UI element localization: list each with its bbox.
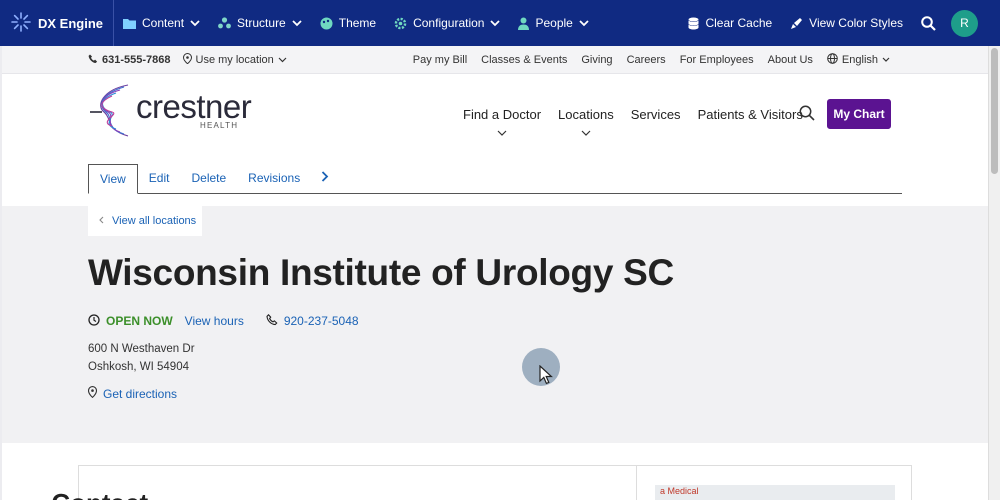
language-selector[interactable]: English [827, 53, 890, 67]
view-hours-link[interactable]: View hours [185, 314, 244, 328]
admin-nav-content[interactable]: Content [114, 0, 209, 46]
admin-nav: Content Structure Theme Configuration Pe… [114, 0, 598, 46]
gear-icon [394, 17, 407, 30]
phone-icon [266, 313, 278, 329]
tab-view[interactable]: View [88, 164, 138, 194]
address-line-1: 600 N Westhaven Dr [88, 343, 195, 355]
address-line-2: Oshkosh, WI 54904 [88, 361, 189, 373]
contact-heading-text: Contact [51, 488, 148, 500]
chevron-down-icon [579, 19, 589, 27]
chevron-down-icon [497, 125, 507, 140]
view-all-locations-link[interactable]: View all locations [88, 206, 203, 236]
utility-phone[interactable]: 631-555-7868 [88, 54, 171, 67]
nav-locations[interactable]: Locations [558, 106, 614, 136]
database-icon [688, 17, 699, 30]
nav-services[interactable]: Services [631, 107, 681, 122]
location-address: 600 N Westhaven Dr Oshkosh, WI 54904 [88, 340, 195, 376]
user-avatar[interactable]: R [951, 9, 978, 37]
chevron-down-icon [278, 54, 287, 66]
site-search-icon[interactable] [799, 105, 815, 126]
chevron-down-icon [292, 19, 302, 27]
brand-name: DX Engine [38, 15, 104, 31]
utility-link-pay-bill[interactable]: Pay my Bill [413, 54, 467, 66]
view-color-styles-label: View Color Styles [809, 16, 903, 30]
language-label: English [841, 54, 878, 66]
admin-nav-theme[interactable]: Theme [311, 0, 385, 46]
admin-toolbar: DX Engine Content Structure Theme Config… [0, 0, 1000, 46]
utility-link-giving[interactable]: Giving [581, 54, 612, 66]
location-phone-link[interactable]: 920-237-5048 [284, 314, 359, 328]
left-edge [0, 46, 2, 500]
tab-delete[interactable]: Delete [180, 163, 237, 193]
admin-search-button[interactable] [912, 0, 945, 46]
get-directions-label: Get directions [103, 386, 178, 401]
nav-label: Locations [558, 106, 614, 122]
use-my-location-label: Use my location [195, 54, 274, 66]
get-directions-link[interactable]: Get directions [87, 386, 178, 401]
chevron-down-icon [190, 19, 200, 27]
admin-nav-label: Configuration [413, 16, 485, 30]
utility-link-careers[interactable]: Careers [627, 54, 666, 66]
chevron-right-icon [321, 171, 329, 185]
scrollbar-thumb[interactable] [991, 48, 998, 174]
admin-nav-structure[interactable]: Structure [209, 0, 311, 46]
main-nav: Find a Doctor Locations Services Patient… [463, 100, 803, 136]
admin-nav-label: Theme [338, 16, 377, 30]
utility-link-for-employees[interactable]: For Employees [680, 54, 754, 66]
globe-icon [827, 53, 838, 67]
location-pin-icon [182, 52, 192, 67]
nav-find-a-doctor[interactable]: Find a Doctor [463, 106, 542, 136]
utility-links: Pay my Bill Classes & Events Giving Care… [413, 46, 890, 74]
admin-nav-label: People [535, 16, 573, 30]
contact-heading: .. ...Contact [8, 488, 148, 500]
nav-patients-visitors[interactable]: Patients & Visitors [698, 107, 803, 122]
card-divider [636, 465, 637, 500]
admin-nav-label: Structure [237, 16, 286, 30]
clear-cache-label: Clear Cache [705, 16, 773, 30]
location-pin-icon [87, 386, 98, 401]
brush-icon [790, 17, 803, 30]
chevron-left-icon [98, 215, 104, 227]
view-color-styles-button[interactable]: View Color Styles [781, 0, 912, 46]
utility-link-about-us[interactable]: About Us [768, 54, 813, 66]
dx-logo-icon [10, 11, 32, 36]
chevron-down-icon [490, 19, 501, 27]
map-label: a Medical [660, 486, 699, 496]
utility-bar: 631-555-7868 Use my location Pay my Bill… [0, 46, 988, 74]
crestner-logo-mark [88, 82, 136, 143]
admin-nav-configuration[interactable]: Configuration [385, 0, 509, 46]
dx-engine-brand[interactable]: DX Engine [0, 0, 115, 46]
admin-nav-people[interactable]: People [509, 0, 597, 46]
folder-icon [123, 18, 137, 29]
utility-link-classes-events[interactable]: Classes & Events [481, 54, 567, 66]
person-icon [518, 17, 530, 30]
local-tasks-tabs: View Edit Delete Revisions [88, 164, 902, 194]
use-my-location[interactable]: Use my location [182, 52, 287, 67]
mouse-cursor-icon [539, 364, 553, 390]
open-status-badge: OPEN NOW [106, 314, 173, 328]
utility-left: 631-555-7868 Use my location [88, 46, 287, 74]
chevron-down-icon [882, 54, 890, 66]
page-title: Wisconsin Institute of Urology SC [88, 252, 674, 293]
clear-cache-button[interactable]: Clear Cache [679, 0, 781, 46]
tabs-more-button[interactable] [311, 163, 339, 193]
tab-revisions[interactable]: Revisions [237, 163, 311, 193]
utility-phone-number: 631-555-7868 [102, 54, 171, 66]
phone-icon [88, 54, 98, 67]
nav-label: Find a Doctor [463, 106, 542, 122]
logo-subtitle: HEALTH [200, 121, 239, 130]
clock-icon [88, 313, 100, 329]
crestner-logo[interactable]: crestner HEALTH [88, 82, 252, 138]
chevron-down-icon [581, 125, 591, 140]
palette-icon [320, 17, 333, 30]
back-link-label: View all locations [112, 215, 197, 227]
my-chart-button[interactable]: My Chart [827, 99, 891, 129]
page-scrollbar[interactable] [988, 46, 1000, 500]
status-row: OPEN NOW View hours 920-237-5048 [88, 312, 359, 330]
admin-nav-label: Content [142, 16, 185, 30]
sitemap-icon [218, 17, 231, 29]
search-icon [921, 15, 936, 31]
tab-edit[interactable]: Edit [138, 163, 181, 193]
